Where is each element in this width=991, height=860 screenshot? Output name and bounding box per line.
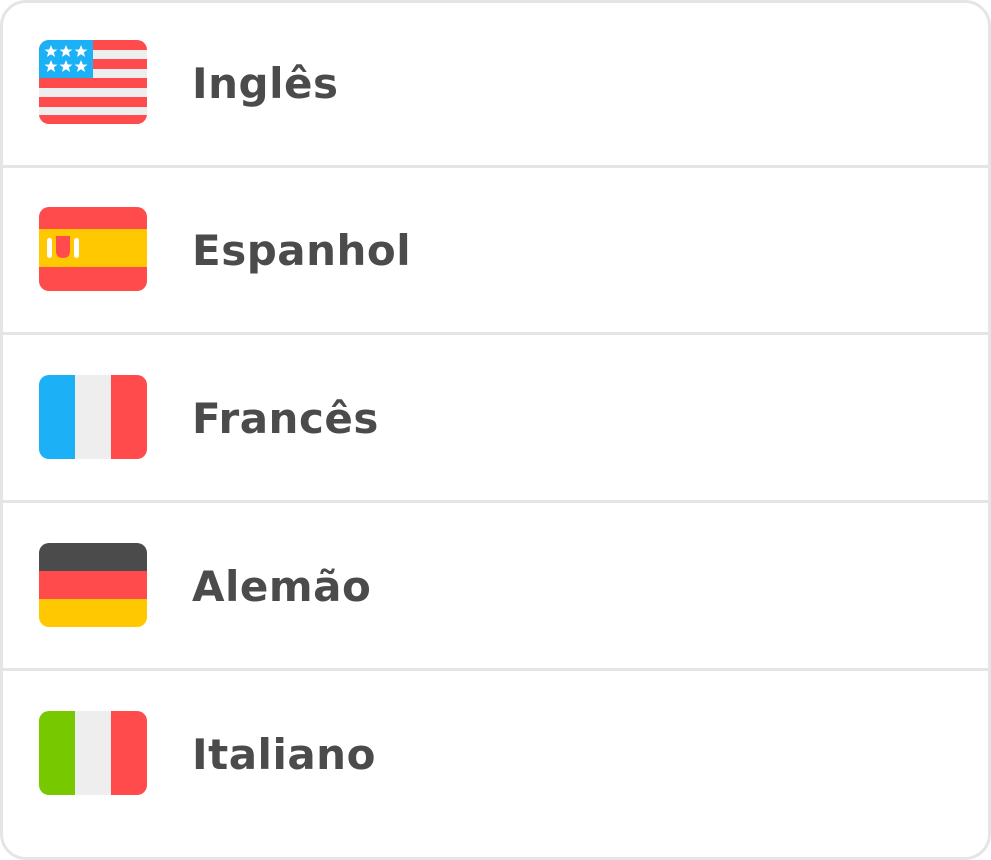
germany-flag-icon xyxy=(39,543,147,627)
language-label: Alemão xyxy=(192,562,372,611)
spain-flag-icon xyxy=(39,207,147,291)
language-option-german[interactable]: Alemão xyxy=(3,506,988,671)
us-flag-icon xyxy=(39,40,147,124)
language-option-spanish[interactable]: Espanhol xyxy=(3,170,988,335)
language-option-english[interactable]: Inglês xyxy=(3,3,988,168)
language-label: Francês xyxy=(192,394,379,443)
language-option-italian[interactable]: Italiano xyxy=(3,674,988,839)
language-label: Inglês xyxy=(192,59,339,108)
language-label: Espanhol xyxy=(192,226,412,275)
france-flag-icon xyxy=(39,375,147,459)
language-label: Italiano xyxy=(192,730,376,779)
language-option-french[interactable]: Francês xyxy=(3,338,988,503)
italy-flag-icon xyxy=(39,711,147,795)
language-list: Inglês Espanhol Francês Alemão Italiano xyxy=(0,0,991,860)
